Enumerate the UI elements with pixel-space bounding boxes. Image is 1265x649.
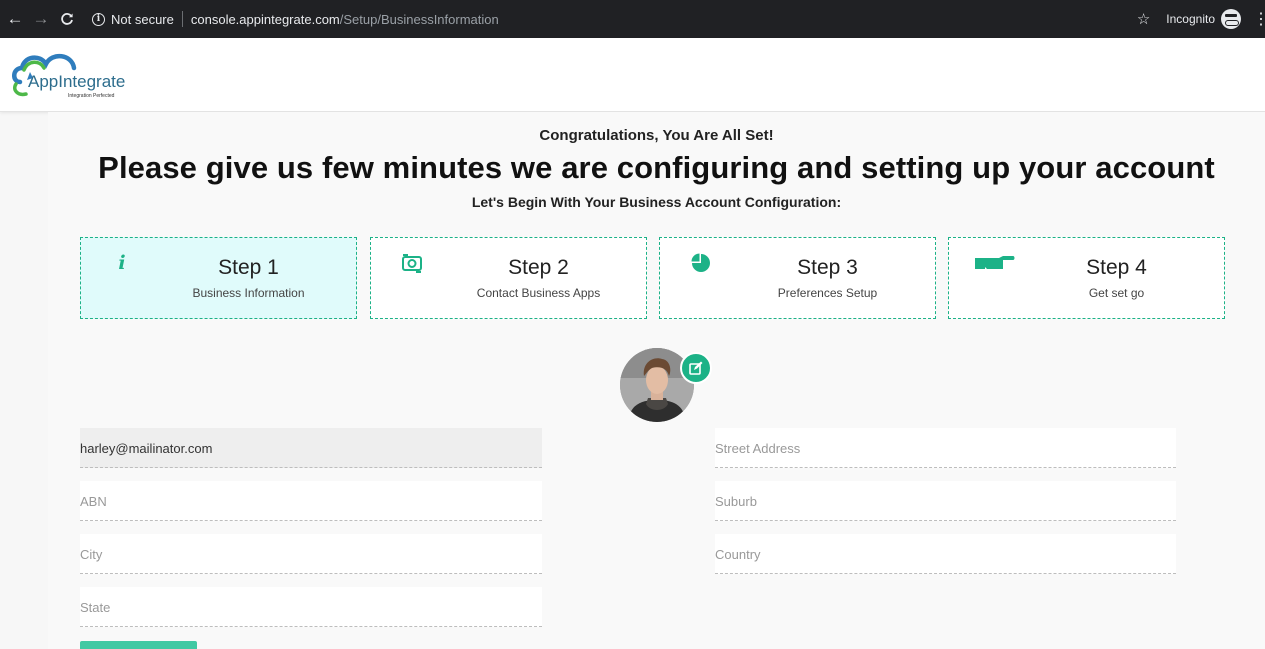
- page-title: Please give us few minutes we are config…: [98, 150, 1215, 185]
- submit-button[interactable]: [80, 641, 197, 649]
- state-field[interactable]: [80, 587, 542, 627]
- abn-field[interactable]: [80, 481, 542, 521]
- bookmark-star-icon[interactable]: ☆: [1137, 10, 1150, 28]
- step-get-set-go[interactable]: Step 4 Get set go: [948, 237, 1225, 319]
- street-address-field[interactable]: [715, 428, 1176, 468]
- reload-icon[interactable]: [56, 8, 78, 30]
- email-input[interactable]: [80, 441, 542, 456]
- info-circle-icon[interactable]: i: [92, 12, 105, 26]
- step-title: Step 1: [218, 256, 279, 279]
- address-bar[interactable]: i Not secure console.appintegrate.com /S…: [92, 5, 499, 33]
- incognito-label: Incognito: [1166, 12, 1215, 26]
- logo-wordmark: AppIntegrate: [28, 72, 126, 91]
- url-path: /Setup/BusinessInformation: [339, 11, 499, 27]
- city-input[interactable]: [80, 547, 542, 562]
- setup-main: Congratulations, You Are All Set! Please…: [48, 112, 1265, 649]
- edit-avatar-button[interactable]: [680, 352, 712, 384]
- suburb-input[interactable]: [715, 494, 1176, 509]
- kebab-menu-icon[interactable]: ⋮: [1253, 9, 1265, 29]
- toolbar-right: ☆ Incognito ⋮: [1137, 0, 1265, 38]
- security-status: Not secure: [111, 11, 174, 27]
- step-subtitle: Business Information: [192, 286, 305, 300]
- browser-toolbar: ← → i Not secure console.appintegrate.co…: [0, 0, 1265, 38]
- forward-arrow-icon[interactable]: →: [30, 8, 52, 30]
- app-header: AppIntegrate Integration Perfected: [0, 38, 1265, 112]
- step-subtitle: Preferences Setup: [777, 286, 878, 300]
- omnibox-separator: [181, 11, 183, 27]
- city-field[interactable]: [80, 534, 542, 574]
- country-input[interactable]: [715, 547, 1176, 562]
- logo-tagline: Integration Perfected: [68, 93, 115, 99]
- url-host: console.appintegrate.com: [190, 11, 340, 27]
- state-input[interactable]: [80, 600, 542, 615]
- step-business-information[interactable]: i Step 1 Business Information: [80, 237, 357, 319]
- step-subtitle: Contact Business Apps: [476, 286, 601, 300]
- abn-input[interactable]: [80, 494, 542, 509]
- back-arrow-icon[interactable]: ←: [4, 8, 26, 30]
- step-preferences-setup[interactable]: Step 3 Preferences Setup: [659, 237, 936, 319]
- email-field[interactable]: [80, 428, 542, 468]
- step-title: Step 4: [1086, 256, 1147, 279]
- congrats-text: Congratulations, You Are All Set!: [539, 127, 774, 144]
- incognito-icon[interactable]: [1221, 9, 1241, 29]
- suburb-field[interactable]: [715, 481, 1176, 521]
- street-address-input[interactable]: [715, 441, 1176, 456]
- appintegrate-logo[interactable]: AppIntegrate Integration Perfected: [10, 44, 150, 104]
- reload-glyph: [61, 13, 73, 25]
- step-contact-business-apps[interactable]: Step 2 Contact Business Apps: [370, 237, 647, 319]
- step-title: Step 2: [508, 256, 569, 279]
- country-field[interactable]: [715, 534, 1176, 574]
- step-title: Step 3: [797, 256, 858, 279]
- step-subtitle: Get set go: [1088, 286, 1145, 300]
- edit-icon: [689, 361, 703, 375]
- page-subtitle: Let's Begin With Your Business Account C…: [471, 194, 842, 210]
- profile-avatar-wrap: [620, 348, 712, 422]
